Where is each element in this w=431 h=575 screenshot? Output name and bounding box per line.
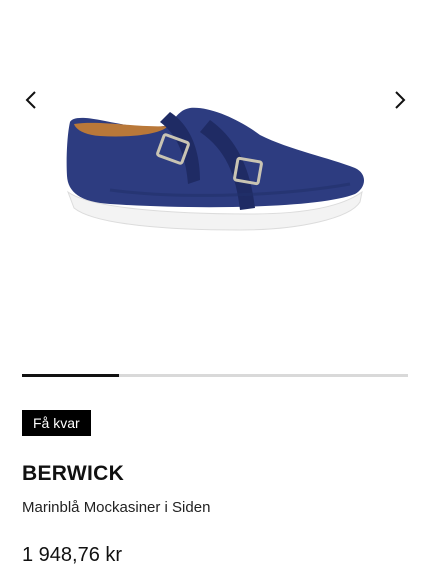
chevron-left-icon	[25, 91, 36, 109]
product-image-gallery[interactable]	[0, 0, 431, 370]
chevron-right-icon	[395, 91, 406, 109]
product-name: Marinblå Mockasiner i Siden	[22, 499, 211, 516]
low-stock-badge: Få kvar	[22, 410, 91, 436]
next-image-button[interactable]	[386, 86, 414, 114]
previous-image-button[interactable]	[17, 86, 45, 114]
gallery-progress-track	[22, 374, 408, 377]
shoe-upper	[66, 107, 365, 208]
product-page: Få kvar BERWICK Marinblå Mockasiner i Si…	[0, 0, 431, 575]
product-brand: BERWICK	[22, 462, 125, 485]
product-image[interactable]	[50, 80, 380, 255]
product-price: 1 948,76 kr	[22, 544, 123, 566]
gallery-progress-fill	[22, 374, 119, 377]
